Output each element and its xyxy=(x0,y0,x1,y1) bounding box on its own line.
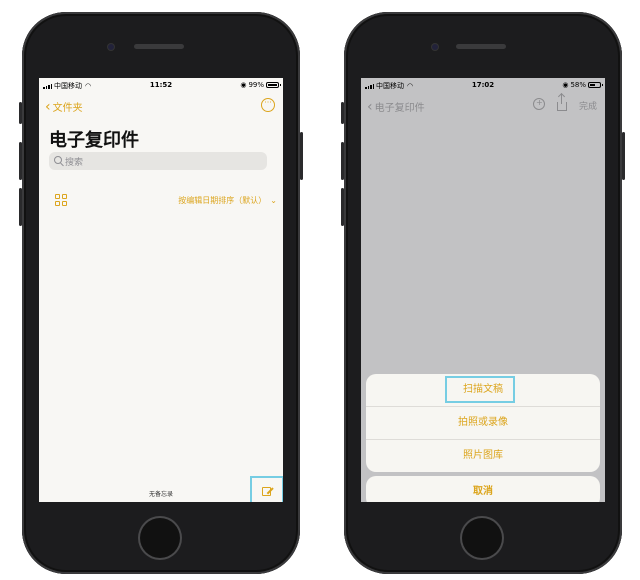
alarm-icon: ◉ xyxy=(240,81,247,89)
battery-percent: 99% xyxy=(248,81,264,89)
nav-bar: ‹ 电子复印件 完成 xyxy=(361,94,605,116)
volume-up-button xyxy=(341,142,344,180)
sort-order-button[interactable]: 按编辑日期排序（默认） ⌄ xyxy=(178,195,277,206)
ellipsis-circle-icon[interactable]: ··· xyxy=(261,98,275,112)
share-icon[interactable] xyxy=(557,94,567,111)
done-button[interactable]: 完成 xyxy=(579,99,597,112)
battery-icon xyxy=(266,82,281,88)
back-label: 文件夹 xyxy=(52,103,83,114)
power-button xyxy=(300,132,303,180)
scan-documents-option[interactable]: 扫描文稿 xyxy=(366,374,600,407)
phone-right: 中国移动 ◠ 17:02 ◉ 58% ‹ 电子复印件 完成 扫描文稿 xyxy=(341,12,625,574)
search-placeholder: 搜索 xyxy=(65,158,84,168)
status-bar: 中国移动 ◠ 17:02 ◉ 58% xyxy=(361,78,605,92)
search-icon xyxy=(54,156,62,164)
cancel-sheet: 取消 xyxy=(366,476,600,502)
back-label: 电子复印件 xyxy=(374,103,425,114)
action-sheet: 扫描文稿 拍照或录像 照片图库 xyxy=(366,374,600,472)
option-label: 拍照或录像 xyxy=(458,417,508,428)
earpiece-speaker xyxy=(134,44,184,49)
chevron-left-icon: ‹ xyxy=(45,98,51,115)
nav-bar: ‹ 文件夹 ··· xyxy=(39,96,283,116)
cancel-button[interactable]: 取消 xyxy=(366,476,600,502)
power-button xyxy=(622,132,625,180)
mute-switch xyxy=(341,102,344,124)
back-to-folders-button[interactable]: ‹ 文件夹 xyxy=(45,98,83,115)
highlight-box xyxy=(445,376,515,403)
empty-notes-label: 无备忘录 xyxy=(148,491,173,498)
volume-down-button xyxy=(19,188,22,226)
earpiece-speaker xyxy=(456,44,506,49)
alarm-icon: ◉ xyxy=(562,81,569,89)
photo-library-option[interactable]: 照片图库 xyxy=(366,440,600,472)
front-camera xyxy=(108,44,114,50)
volume-down-button xyxy=(341,188,344,226)
note-editor-screen: 中国移动 ◠ 17:02 ◉ 58% ‹ 电子复印件 完成 扫描文稿 xyxy=(361,78,605,502)
take-photo-option[interactable]: 拍照或录像 xyxy=(366,407,600,440)
home-button[interactable] xyxy=(140,518,180,558)
volume-up-button xyxy=(19,142,22,180)
add-person-icon[interactable] xyxy=(533,98,545,110)
mute-switch xyxy=(19,102,22,124)
status-bar: 中国移动 ◠ 11:52 ◉ 99% xyxy=(39,78,283,92)
notes-screen: 中国移动 ◠ 11:52 ◉ 99% ‹ 文件夹 ··· 电子复印件 搜索 按编… xyxy=(39,78,283,502)
phone-left: 中国移动 ◠ 11:52 ◉ 99% ‹ 文件夹 ··· 电子复印件 搜索 按编… xyxy=(19,12,303,574)
grid-icon[interactable] xyxy=(55,194,67,206)
chevron-left-icon: ‹ xyxy=(367,98,373,115)
sort-label: 按编辑日期排序（默认） xyxy=(178,196,267,205)
battery-percent: 58% xyxy=(570,81,586,89)
option-label: 照片图库 xyxy=(463,450,503,461)
compose-icon xyxy=(262,487,271,496)
page-title: 电子复印件 xyxy=(49,130,139,151)
search-input[interactable]: 搜索 xyxy=(49,152,267,170)
home-button[interactable] xyxy=(462,518,502,558)
battery-icon xyxy=(588,82,603,88)
compose-button[interactable] xyxy=(250,476,283,502)
chevron-down-icon: ⌄ xyxy=(270,196,277,205)
back-button[interactable]: ‹ 电子复印件 xyxy=(367,98,425,115)
front-camera xyxy=(432,44,438,50)
